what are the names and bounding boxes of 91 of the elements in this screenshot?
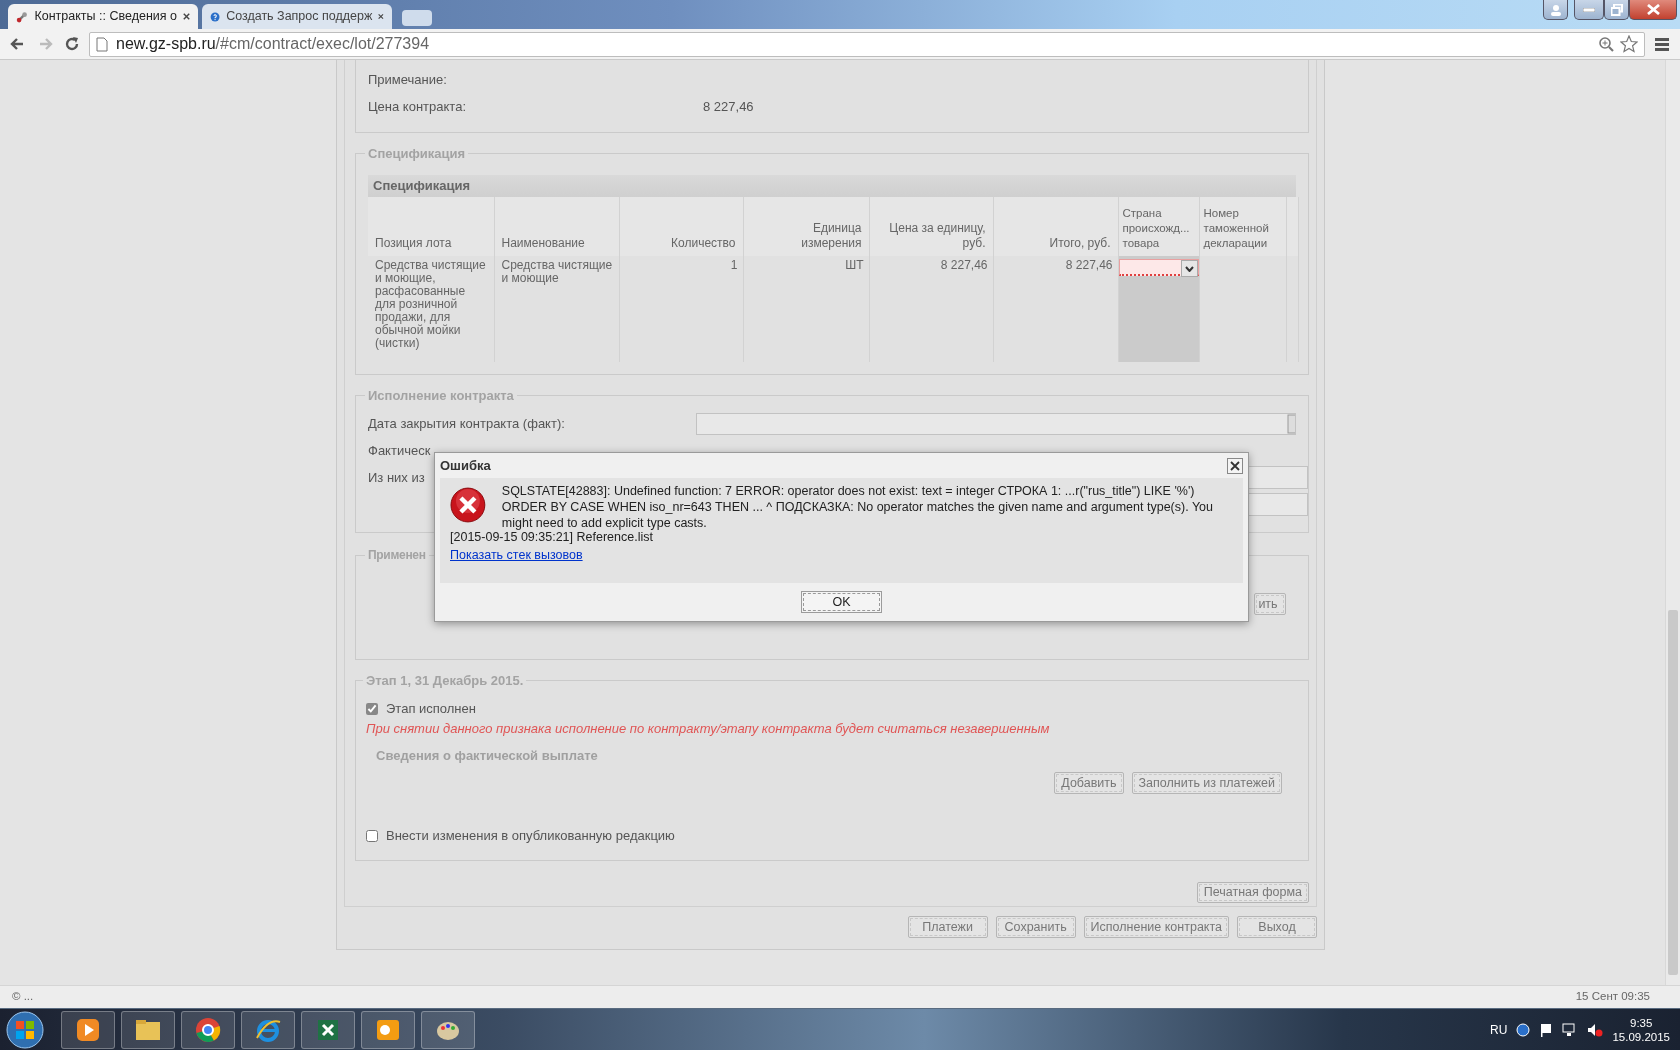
action-button[interactable]: Выход [1237,916,1317,938]
error-details: [2015-09-15 09:35:21] Reference.list [450,530,654,545]
chrome-icon [194,1015,222,1044]
reload-icon[interactable] [63,35,81,53]
column-header: Единица измерения [743,197,869,256]
address-bar[interactable]: new.gz-spb.ru/#cm/contract/exec/lot/277394 [89,31,1645,57]
print-button[interactable]: Печатная форма [1196,882,1309,903]
table-cell: Средства чистящие и моющие, расфасованные для розничной продажи, для обычной мойки (чистки) [368,256,494,362]
warning-text: При снятии данного признака исполнение по контракту/этапу контракта будет считаться незавершенным [366,720,1051,738]
column-header: Наименование [494,197,619,256]
table-cell: ШТ [743,256,869,362]
field-label: Фактическ [368,441,431,460]
dialog-title: Ошибка [440,456,491,475]
checkbox[interactable] [366,830,378,842]
menu-icon[interactable] [1655,37,1669,51]
ok-button[interactable]: OK [801,591,882,613]
field-label: Дата закрытия контракта (факт): [368,414,566,433]
star-icon[interactable] [1620,35,1638,53]
maximize-button[interactable] [1604,0,1629,20]
taskbar-button[interactable] [421,1010,475,1049]
language-indicator[interactable]: RU [1490,1020,1508,1039]
field-label: Из них из [368,468,425,487]
minimize-button[interactable] [1574,0,1604,20]
section-legend: Применен [365,547,429,564]
column-header: Количество [619,197,743,256]
grid-title: Спецификация [368,175,1296,197]
action-button[interactable]: Добавить [1054,772,1124,794]
column-header: Итого, руб. [993,197,1118,256]
column-header: Номер таможенной декларации [1199,197,1286,256]
url-text: new.gz-spb.ru/#cm/contract/exec/lot/277394 [116,34,430,54]
country-dropdown[interactable] [1118,259,1199,276]
section-legend: Исполнение контракта [365,387,517,404]
close-button[interactable] [1629,0,1677,20]
clock-time: 9:35 [1630,1015,1653,1030]
checkbox[interactable] [366,703,378,715]
status-text: © ... [12,989,34,1005]
checkbox-label: Этап исполнен [386,700,476,719]
status-date: 15 Сент 09:35 [1575,989,1650,1005]
flag-icon[interactable] [1539,1022,1554,1037]
action-button[interactable]: Сохранить [995,916,1076,938]
action-button[interactable]: Заполнить из платежей [1131,772,1282,794]
column-header: Цена за единицу, руб. [869,197,993,256]
chevron-down-icon [1184,265,1194,272]
table-cell: Средства чистящие и моющие [494,256,619,362]
taskbar-button[interactable] [121,1010,175,1049]
table-cell: 8 227,46 [993,256,1118,362]
error-message: SQLSTATE[42883]: Undefined function: 7 ERROR: operator does not exist: text = integer СТРОКА 1: ...r("rus_title") LIKE '%') ORDER BY CASE WHEN iso_nr=643 THEN ... ^ ПОДСКАЗКА: No operator matches the given name and argument type(s). You might need to add explicit type casts. [501,483,1214,531]
tab-title: Контракты :: Сведения о [34,8,177,26]
date-field[interactable] [695,412,1296,435]
browser-tab[interactable]: Создать Запрос поддерж [202,4,392,29]
mute-icon[interactable] [1587,1022,1604,1037]
taskbar-button[interactable] [61,1010,115,1049]
input-field[interactable] [1246,466,1308,489]
action-button[interactable]: Платежи [907,916,988,938]
browser-tab[interactable]: Контракты :: Сведения о [8,4,198,29]
scrollbar[interactable] [1665,60,1680,985]
input-field[interactable] [1246,493,1308,516]
close-icon [1230,460,1240,471]
profile-button[interactable] [1543,0,1568,20]
taskbar-button[interactable] [241,1010,295,1049]
minimize-icon [1583,7,1595,12]
person-icon [1549,3,1562,16]
close-icon [1646,4,1660,15]
close-button[interactable] [1227,457,1243,474]
restore-icon [1610,3,1623,16]
table-cell: 8 227,46 [869,256,993,362]
action-button[interactable]: Исполнение контракта [1083,916,1229,938]
tab-title: Создать Запрос поддерж [226,8,373,26]
subsection-title: Сведения о фактической выплате [375,747,599,765]
column-header: Страна происхожд... товара [1118,197,1199,256]
clock[interactable]: 9:35 15.09.2015 [1612,1015,1670,1044]
zoom-icon[interactable] [1598,36,1614,52]
field-label: Примечание: [368,70,448,89]
stack-trace-link[interactable]: Показать стек вызовов [450,548,583,562]
field-label: Цена контракта: [368,97,467,116]
start-button[interactable] [5,1009,45,1050]
clock-date: 15.09.2015 [1612,1029,1670,1044]
taskbar-button[interactable] [301,1010,355,1049]
action-button[interactable]: ить [1254,593,1286,615]
column-header: Позиция лота [368,197,494,256]
close-icon[interactable] [378,12,384,21]
section-legend: Этап 1, 31 Декабрь 2015. [363,672,527,689]
error-icon [450,487,486,523]
table-cell: 1 [619,256,743,362]
page-icon [96,36,108,52]
checkbox-label: Внести изменения в опубликованную редакцию [386,827,675,846]
field-value: 8 227,46 [703,97,754,116]
taskbar-button[interactable] [361,1010,415,1049]
close-icon[interactable] [183,12,190,21]
taskbar-button[interactable] [181,1010,235,1049]
section-legend: Спецификация [365,145,469,162]
